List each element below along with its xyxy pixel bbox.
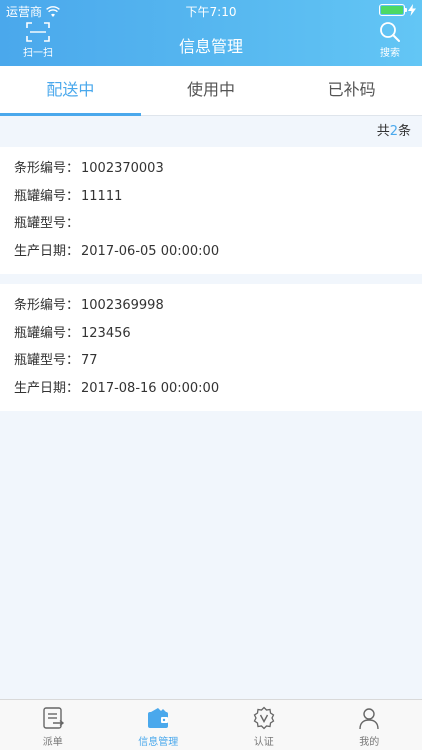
record-card[interactable]: 条形编号： 1002369998 瓶罐编号： 123456 瓶罐型号： 77 生产日期… xyxy=(0,284,422,411)
count-suffix: 条 xyxy=(397,124,411,139)
dispatch-icon xyxy=(43,707,64,729)
cylinder-number-row: 瓶罐编号： 11111 xyxy=(14,183,408,211)
tabbar-label: 派单 xyxy=(42,737,63,748)
charging-icon xyxy=(408,4,416,16)
bottom-tab-bar: 派单 信息管理 认证 我的 xyxy=(0,699,422,750)
tabbar-item-mine[interactable]: 我的 xyxy=(317,700,422,750)
tabbar-label: 信息管理 xyxy=(138,737,179,748)
cylinder-number-row: 瓶罐编号： 123456 xyxy=(14,320,408,348)
status-tabs: 配送中 使用中 已补码 xyxy=(0,66,422,116)
badge-icon xyxy=(253,706,275,730)
field-label: 生产日期： xyxy=(14,243,80,259)
tabbar-item-info-management[interactable]: 信息管理 xyxy=(106,700,212,750)
field-label: 条形编号： xyxy=(14,161,80,176)
user-icon xyxy=(359,708,379,730)
field-label: 瓶罐型号： xyxy=(14,353,80,368)
search-icon xyxy=(380,22,400,42)
cylinder-number-value: 123456 xyxy=(81,325,131,341)
tabbar-item-certification[interactable]: 认证 xyxy=(211,700,317,750)
count-number: 2 xyxy=(389,124,398,139)
record-card[interactable]: 条形编号： 1002370003 瓶罐编号： 11111 瓶罐型号： 生产日期： 20… xyxy=(0,147,422,274)
battery-level xyxy=(381,6,403,14)
cylinder-model-row: 瓶罐型号： 77 xyxy=(14,347,408,375)
nav-bar: 扫一扫 信息管理 搜索 xyxy=(0,20,422,66)
tabbar-label: 认证 xyxy=(253,737,274,748)
barcode-row: 条形编号： 1002369998 xyxy=(14,292,408,320)
field-label: 瓶罐编号： xyxy=(14,188,80,204)
tabbar-item-dispatch[interactable]: 派单 xyxy=(0,700,106,750)
status-time: 下午7:10 xyxy=(185,5,237,19)
count-prefix: 共 xyxy=(376,124,390,139)
tab-recoded[interactable]: 已补码 xyxy=(281,66,422,115)
tab-in-use[interactable]: 使用中 xyxy=(141,66,282,115)
production-date-row: 生产日期： 2017-08-16 00:00:00 xyxy=(14,375,408,403)
field-label: 瓶罐型号： xyxy=(14,216,80,231)
battery-status xyxy=(379,4,416,16)
cylinder-model-value: 77 xyxy=(81,353,98,368)
field-label: 生产日期： xyxy=(14,380,80,396)
tab-delivering[interactable]: 配送中 xyxy=(0,66,141,116)
record-count: 共2条 xyxy=(0,117,422,147)
cylinder-number-value: 11111 xyxy=(81,188,123,204)
production-date-value: 2017-08-16 00:00:00 xyxy=(81,380,220,396)
wallet-icon xyxy=(148,708,169,728)
barcode-row: 条形编号： 1002370003 xyxy=(14,155,408,183)
status-bar: 运营商 下午7:10 xyxy=(0,0,422,20)
cylinder-model-row: 瓶罐型号： xyxy=(14,210,408,238)
field-label: 条形编号： xyxy=(14,298,80,313)
page-title: 信息管理 xyxy=(178,37,243,56)
search-button[interactable]: 搜索 xyxy=(370,21,410,65)
barcode-value: 1002369998 xyxy=(81,298,164,313)
field-label: 瓶罐编号： xyxy=(14,325,80,341)
app-header: 运营商 下午7:10 扫一扫 信息管理 搜索 xyxy=(0,0,422,66)
search-label: 搜索 xyxy=(380,48,400,59)
battery-icon xyxy=(379,4,407,16)
tabbar-label: 我的 xyxy=(359,737,380,748)
production-date-row: 生产日期： 2017-06-05 00:00:00 xyxy=(14,238,408,266)
production-date-value: 2017-06-05 00:00:00 xyxy=(81,243,220,259)
barcode-value: 1002370003 xyxy=(81,161,164,176)
